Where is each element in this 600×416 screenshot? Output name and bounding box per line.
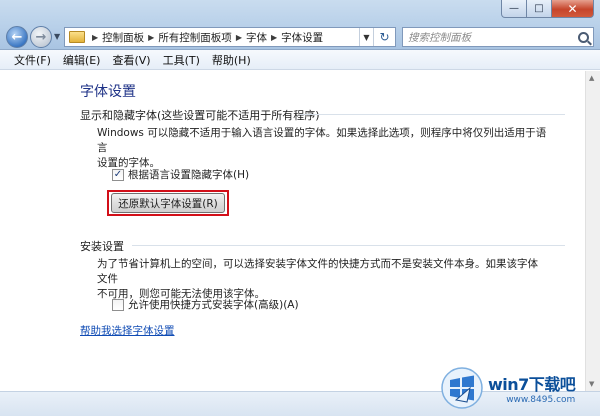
recent-pages-dropdown[interactable]: ▼ [54,32,60,41]
search-placeholder: 搜索控制面板 [408,31,471,44]
back-button[interactable]: ← [6,26,28,48]
refresh-button[interactable]: ↻ [373,28,395,46]
menu-file[interactable]: 文件(F) [8,52,57,68]
address-dropdown-button[interactable]: ▼ [359,28,373,46]
search-icon[interactable] [578,31,589,43]
breadcrumb: ▶ 控制面板 ▶ 所有控制面板项 ▶ 字体 ▶ 字体设置 [88,30,323,45]
refresh-icon: ↻ [379,30,390,44]
windows-logo-icon [440,366,484,410]
breadcrumb-fonts[interactable]: 字体 [246,30,267,45]
description-line: 为了节省计算机上的空间，可以选择安装字体文件的快捷方式而不是安装文件本身。如果该… [97,258,538,285]
menu-bar: 文件(F) 编辑(E) 查看(V) 工具(T) 帮助(H) [0,50,600,70]
search-input[interactable]: 搜索控制面板 [402,27,594,47]
watermark: win7下载吧 www.8495.com [440,362,598,414]
shortcut-install-checkbox-row[interactable]: 允许使用快捷方式安装字体(高级)(A) [112,297,299,312]
maximize-button[interactable]: □ [527,0,552,18]
menu-help[interactable]: 帮助(H) [206,52,257,68]
hide-fonts-checkbox[interactable]: ✓ [112,168,124,181]
menu-edit[interactable]: 编辑(E) [57,52,107,68]
address-bar[interactable]: ▶ 控制面板 ▶ 所有控制面板项 ▶ 字体 ▶ 字体设置 ▼ ↻ [64,27,396,47]
section-heading-install: 安装设置 [80,240,124,253]
folder-icon [69,31,85,43]
chevron-right-icon[interactable]: ▶ [271,33,277,42]
vertical-scrollbar[interactable]: ▲ ▼ [585,71,600,391]
scroll-up-icon[interactable]: ▲ [589,74,594,82]
chevron-right-icon[interactable]: ▶ [148,33,154,42]
breadcrumb-control-panel[interactable]: 控制面板 [102,30,144,45]
breadcrumb-font-settings[interactable]: 字体设置 [281,30,323,45]
shortcut-install-checkbox-label[interactable]: 允许使用快捷方式安装字体(高级)(A) [128,297,299,312]
minimize-button[interactable]: — [501,0,527,18]
section-heading-show-hide: 显示和隐藏字体(这些设置可能不适用于所有程序) [80,109,320,122]
description-line: Windows 可以隐藏不适用于输入语言设置的字体。如果选择此选项，则程序中将仅… [97,127,547,154]
watermark-brand: win7下载吧 [488,375,576,394]
window-controls: — □ ✕ [501,0,594,18]
section-divider [132,245,565,246]
hide-fonts-checkbox-label[interactable]: 根据语言设置隐藏字体(H) [128,167,249,182]
show-hide-description: Windows 可以隐藏不适用于输入语言设置的字体。如果选择此选项，则程序中将仅… [97,126,547,171]
chevron-right-icon[interactable]: ▶ [92,33,98,42]
menu-tools[interactable]: 工具(T) [157,52,206,68]
page-title: 字体设置 [80,84,136,100]
restore-default-fonts-button[interactable]: 还原默认字体设置(R) [111,193,225,213]
arrow-right-icon: → [35,29,47,45]
watermark-url: www.8495.com [506,395,576,405]
menu-view[interactable]: 查看(V) [106,52,156,68]
arrow-left-icon: ← [11,29,23,45]
forward-button[interactable]: → [30,26,52,48]
help-choose-fonts-link[interactable]: 帮助我选择字体设置 [80,323,175,338]
window-chrome: — □ ✕ ← → ▼ ▶ 控制面板 ▶ 所有控制面板项 ▶ 字体 ▶ 字体设置… [0,0,600,50]
shortcut-install-checkbox[interactable] [112,298,124,311]
section-divider [300,114,565,115]
close-button[interactable]: ✕ [552,0,594,18]
install-description: 为了节省计算机上的空间，可以选择安装字体文件的快捷方式而不是安装文件本身。如果该… [97,257,547,302]
hide-fonts-checkbox-row[interactable]: ✓ 根据语言设置隐藏字体(H) [112,167,249,182]
chevron-right-icon[interactable]: ▶ [236,33,242,42]
breadcrumb-all-items[interactable]: 所有控制面板项 [158,30,232,45]
